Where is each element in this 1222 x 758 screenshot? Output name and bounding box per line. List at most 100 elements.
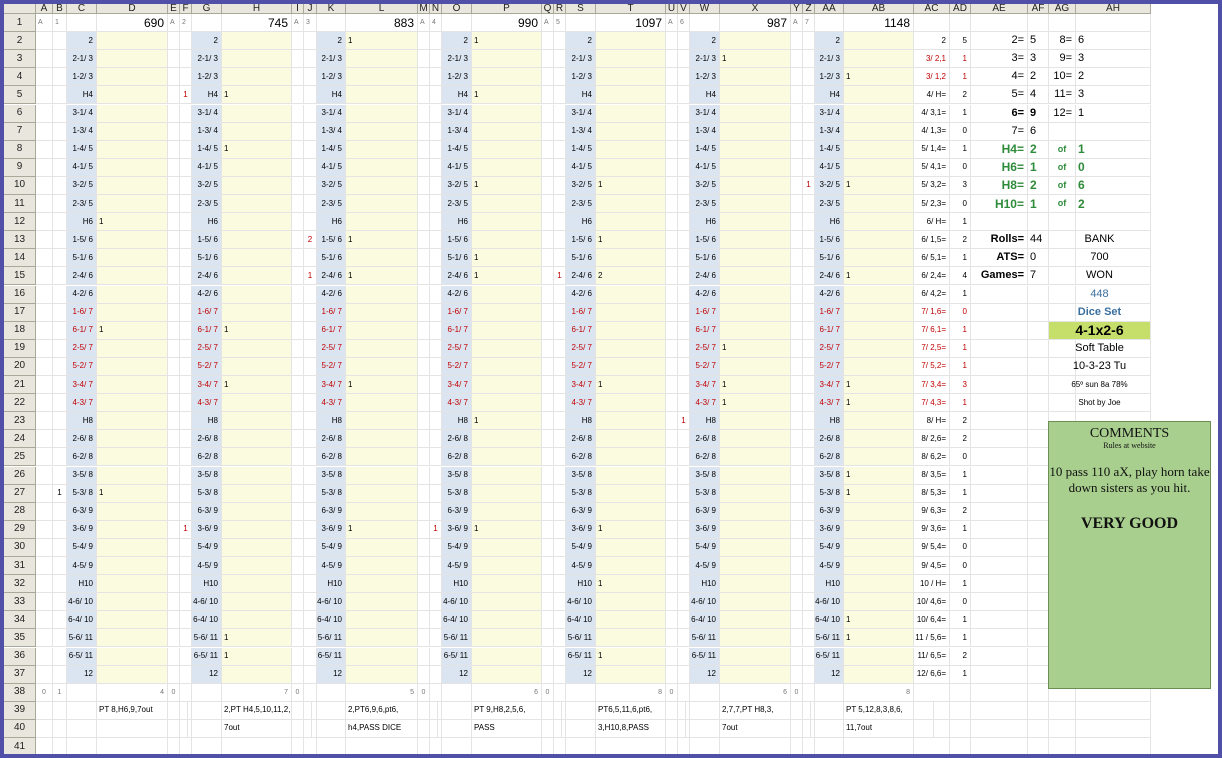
grid-cell[interactable] <box>1028 575 1049 594</box>
roll-count[interactable] <box>844 321 914 340</box>
grid-cell[interactable] <box>36 50 53 69</box>
grid-cell[interactable] <box>442 738 472 754</box>
grid-cell[interactable] <box>1028 665 1049 684</box>
roll-count[interactable] <box>844 32 914 51</box>
grid-cell[interactable] <box>53 32 67 51</box>
grid-cell[interactable] <box>430 50 442 69</box>
grid-cell[interactable] <box>418 738 430 754</box>
grid-cell[interactable] <box>168 104 180 123</box>
column-header-a[interactable]: A <box>36 4 53 14</box>
row-header-18[interactable]: 18 <box>4 321 36 340</box>
grid-cell[interactable] <box>180 32 192 51</box>
grid-cell[interactable] <box>36 376 53 395</box>
grid-cell[interactable] <box>168 484 180 503</box>
grid-cell[interactable] <box>430 158 442 177</box>
grid-cell[interactable] <box>554 50 566 69</box>
column-header-l[interactable]: L <box>346 4 418 14</box>
column-header-m[interactable]: M <box>418 4 430 14</box>
roll-count[interactable]: 1 <box>844 394 914 413</box>
grid-cell[interactable] <box>791 466 803 485</box>
grid-cell[interactable] <box>168 394 180 413</box>
grid-cell[interactable] <box>192 701 222 720</box>
grid-cell[interactable] <box>791 249 803 268</box>
grid-cell[interactable] <box>678 249 690 268</box>
roll-count[interactable]: 1 <box>596 376 666 395</box>
grid-cell[interactable] <box>791 50 803 69</box>
roll-count[interactable] <box>346 285 418 304</box>
roll-summary-count[interactable]: 0 <box>950 122 971 141</box>
grid-cell[interactable] <box>180 611 192 630</box>
roll-count[interactable] <box>346 538 418 557</box>
grid-cell[interactable] <box>971 466 1028 485</box>
grid-cell[interactable] <box>442 14 472 33</box>
roll-count[interactable] <box>97 249 168 268</box>
grid-cell[interactable] <box>418 647 430 666</box>
grid-cell[interactable] <box>292 32 304 51</box>
grid-cell[interactable] <box>803 611 815 630</box>
grid-cell[interactable] <box>791 267 803 286</box>
roll-count[interactable] <box>596 122 666 141</box>
grid-cell[interactable] <box>666 611 678 630</box>
grid-cell[interactable] <box>304 647 317 666</box>
grid-cell[interactable] <box>292 285 304 304</box>
grid-cell[interactable] <box>418 557 430 576</box>
grid-cell[interactable] <box>666 267 678 286</box>
roll-count[interactable] <box>222 412 292 431</box>
roll-summary-count[interactable]: 1 <box>950 611 971 630</box>
roll-count[interactable] <box>844 339 914 358</box>
grid-cell[interactable] <box>168 303 180 322</box>
roll-count[interactable] <box>472 611 542 630</box>
roll-count[interactable] <box>346 68 418 87</box>
grid-cell[interactable] <box>36 249 53 268</box>
grid-cell[interactable] <box>180 321 192 340</box>
roll-count[interactable] <box>472 285 542 304</box>
grid-cell[interactable] <box>53 520 67 539</box>
column-header-v[interactable]: V <box>678 4 690 14</box>
grid-cell[interactable] <box>1028 14 1049 33</box>
grid-cell[interactable] <box>971 484 1028 503</box>
roll-count[interactable] <box>97 50 168 69</box>
grid-cell[interactable] <box>304 430 317 449</box>
roll-count[interactable] <box>720 484 791 503</box>
roll-count[interactable] <box>346 249 418 268</box>
grid-cell[interactable] <box>292 122 304 141</box>
grid-cell[interactable] <box>1028 593 1049 612</box>
roll-count[interactable] <box>346 466 418 485</box>
grid-cell[interactable] <box>304 466 317 485</box>
roll-count[interactable] <box>844 195 914 214</box>
grid-cell[interactable] <box>192 738 222 754</box>
grid-cell[interactable] <box>292 738 304 754</box>
grid-cell[interactable] <box>430 321 442 340</box>
roll-count[interactable] <box>222 176 292 195</box>
grid-cell[interactable] <box>304 412 317 431</box>
column-header-e[interactable]: E <box>168 4 180 14</box>
grid-cell[interactable] <box>168 376 180 395</box>
grid-cell[interactable] <box>1076 213 1151 232</box>
roll-count[interactable]: 1 <box>844 629 914 648</box>
column-header-k[interactable]: K <box>317 4 346 14</box>
grid-cell[interactable] <box>168 738 180 754</box>
row-header-23[interactable]: 23 <box>4 412 36 431</box>
grid-cell[interactable] <box>292 321 304 340</box>
grid-cell[interactable] <box>678 50 690 69</box>
grid-cell[interactable] <box>554 158 566 177</box>
roll-count[interactable] <box>222 448 292 467</box>
grid-cell[interactable] <box>803 394 815 413</box>
grid-cell[interactable] <box>53 593 67 612</box>
grid-cell[interactable] <box>53 195 67 214</box>
grid-cell[interactable] <box>180 647 192 666</box>
roll-count[interactable] <box>596 538 666 557</box>
grid-cell[interactable] <box>803 466 815 485</box>
grid-cell[interactable] <box>666 122 678 141</box>
grid-cell[interactable] <box>791 32 803 51</box>
grid-cell[interactable] <box>1028 719 1049 738</box>
row-header-31[interactable]: 31 <box>4 557 36 576</box>
roll-count[interactable] <box>596 321 666 340</box>
grid-cell[interactable] <box>168 32 180 51</box>
game-note-1[interactable]: PT 8,H6,9,7out <box>97 701 188 720</box>
grid-cell[interactable] <box>1028 412 1049 431</box>
grid-cell[interactable] <box>36 665 53 684</box>
grid-cell[interactable] <box>292 376 304 395</box>
grid-cell[interactable] <box>180 158 192 177</box>
grid-cell[interactable] <box>971 303 1028 322</box>
